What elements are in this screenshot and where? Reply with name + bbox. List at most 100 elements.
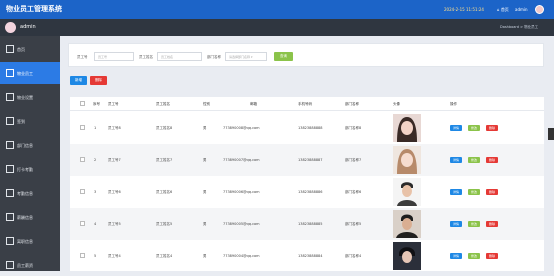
add-button[interactable]: 新增	[70, 76, 87, 85]
table-row: 4 员工号5 员工姓名5 男 773890005@qq.com 13823888…	[70, 208, 544, 240]
cell-emp-no: 员工号5	[108, 222, 121, 226]
breadcrumb: Dashboard > 物业员工	[500, 25, 539, 29]
avatar[interactable]	[535, 5, 544, 14]
user-bar: admin Dashboard > 物业员工	[0, 19, 554, 36]
datetime-display: 2024-2-15 11:51:24	[444, 7, 484, 12]
search-panel: 员工号 员工号 员工姓名 员工姓名 部门名称 请选择部门名称 ▾ 查询	[68, 43, 544, 67]
sidebar-item-property[interactable]: 物业设置	[0, 86, 60, 108]
home-label: 首页	[500, 7, 509, 12]
edit-button[interactable]: 修改	[468, 189, 481, 195]
avatar-photo	[393, 210, 421, 238]
table-row: 2 员工号7 员工姓名7 男 773890007@qq.com 13823888…	[70, 144, 544, 176]
row-checkbox[interactable]	[80, 157, 85, 162]
avatar-photo	[393, 114, 421, 142]
grid-icon	[6, 261, 14, 269]
cell-phone: 13823888887	[298, 158, 323, 162]
dept-select[interactable]: 请选择部门名称 ▾	[225, 52, 267, 61]
dept-label: 部门名称	[207, 55, 221, 59]
sidebar-item-label: 打卡考勤	[17, 167, 33, 172]
grid-icon	[6, 213, 14, 221]
avatar-photo	[393, 178, 421, 206]
header-email: 邮箱	[250, 102, 257, 106]
cell-dept: 部门名称5	[345, 222, 362, 226]
avatar-photo	[393, 146, 421, 174]
cell-index: 5	[94, 254, 97, 258]
cell-index: 1	[94, 126, 97, 130]
row-delete-button[interactable]: 删除	[486, 157, 499, 163]
row-checkbox[interactable]	[80, 125, 85, 130]
sidebar-item-label: 首页	[17, 47, 25, 52]
sidebar-item-salary[interactable]: 薪酬信息	[0, 206, 60, 228]
header-gender: 性别	[203, 102, 210, 106]
cell-index: 3	[94, 190, 97, 194]
grid-icon	[6, 117, 14, 125]
detail-button[interactable]: 详情	[450, 253, 463, 259]
header-phone: 手机号码	[298, 102, 312, 106]
header-emp-no: 员工号	[108, 102, 119, 106]
row-checkbox[interactable]	[80, 253, 85, 258]
sidebar-item-checkin[interactable]: 签到	[0, 110, 60, 132]
cell-emp-name: 员工姓名4	[156, 254, 173, 258]
delete-button[interactable]: 删除	[90, 76, 107, 85]
sidebar-item-attendance-info[interactable]: 考勤信息	[0, 182, 60, 204]
sidebar-item-attendance[interactable]: 打卡考勤	[0, 158, 60, 180]
cell-email: 773890006@qq.com	[223, 190, 260, 194]
table-row: 1 员工号8 员工姓名8 男 773890008@qq.com 13823888…	[70, 112, 544, 144]
emp-no-input[interactable]: 员工号	[94, 52, 134, 61]
cell-emp-no: 员工号4	[108, 254, 121, 258]
row-delete-button[interactable]: 删除	[486, 125, 499, 131]
grid-icon	[6, 69, 14, 77]
cell-phone: 13823888884	[298, 254, 323, 258]
cell-emp-no: 员工号6	[108, 190, 121, 194]
sidebar-item-resign[interactable]: 离职信息	[0, 230, 60, 252]
user-menu[interactable]: admin	[515, 7, 528, 12]
cell-email: 773890007@qq.com	[223, 158, 260, 162]
grid-icon	[6, 93, 14, 101]
row-checkbox[interactable]	[80, 221, 85, 226]
cell-emp-no: 员工号7	[108, 158, 121, 162]
home-icon	[6, 45, 14, 53]
home-link[interactable]: ⌂ 首页	[497, 7, 509, 13]
header-index: 序号	[93, 102, 100, 106]
cell-index: 2	[94, 158, 97, 162]
cell-index: 4	[94, 222, 97, 226]
row-delete-button[interactable]: 删除	[486, 189, 499, 195]
header-avatar: 头像	[393, 102, 400, 106]
top-bar: 物业员工管理系统 2024-2-15 11:51:24 ⌂ 首页 admin	[0, 0, 554, 19]
sidebar-item-label: 薪酬信息	[17, 215, 33, 220]
row-delete-button[interactable]: 删除	[486, 253, 499, 259]
side-collapse-tab[interactable]	[548, 128, 554, 140]
sidebar-item-staff[interactable]: 物业员工	[0, 62, 60, 84]
query-button[interactable]: 查询	[274, 52, 293, 61]
cell-emp-name: 员工姓名7	[156, 158, 173, 162]
sidebar-item-label: 签到	[17, 119, 25, 124]
sidebar-item-home[interactable]: 首页	[0, 38, 60, 60]
cell-gender: 男	[203, 254, 207, 258]
sidebar-item-label: 员工薪资	[17, 263, 33, 268]
app-title: 物业员工管理系统	[6, 5, 62, 13]
edit-button[interactable]: 修改	[468, 157, 481, 163]
sidebar-item-label: 离职信息	[17, 239, 33, 244]
table-row: 5 员工号4 员工姓名4 男 773890004@qq.com 13823888…	[70, 240, 544, 272]
sidebar-item-emp-salary[interactable]: 员工薪资	[0, 254, 60, 276]
cell-emp-no: 员工号8	[108, 126, 121, 130]
emp-name-input[interactable]: 员工姓名	[157, 52, 202, 61]
detail-button[interactable]: 详情	[450, 157, 463, 163]
row-delete-button[interactable]: 删除	[486, 221, 499, 227]
grid-icon	[6, 165, 14, 173]
detail-button[interactable]: 详情	[450, 189, 463, 195]
cell-dept: 部门名称4	[345, 254, 362, 258]
detail-button[interactable]: 详情	[450, 221, 463, 227]
detail-button[interactable]: 详情	[450, 125, 463, 131]
edit-button[interactable]: 修改	[468, 125, 481, 131]
sidebar-item-dept[interactable]: 部门信息	[0, 134, 60, 156]
sidebar-item-label: 物业设置	[17, 95, 33, 100]
table-row: 3 员工号6 员工姓名6 男 773890006@qq.com 13823888…	[70, 176, 544, 208]
edit-button[interactable]: 修改	[468, 221, 481, 227]
grid-icon	[6, 141, 14, 149]
header-emp-name: 员工姓名	[156, 102, 170, 106]
edit-button[interactable]: 修改	[468, 253, 481, 259]
select-all-checkbox[interactable]	[80, 101, 85, 106]
row-checkbox[interactable]	[80, 189, 85, 194]
sidebar-item-label: 部门信息	[17, 143, 33, 148]
